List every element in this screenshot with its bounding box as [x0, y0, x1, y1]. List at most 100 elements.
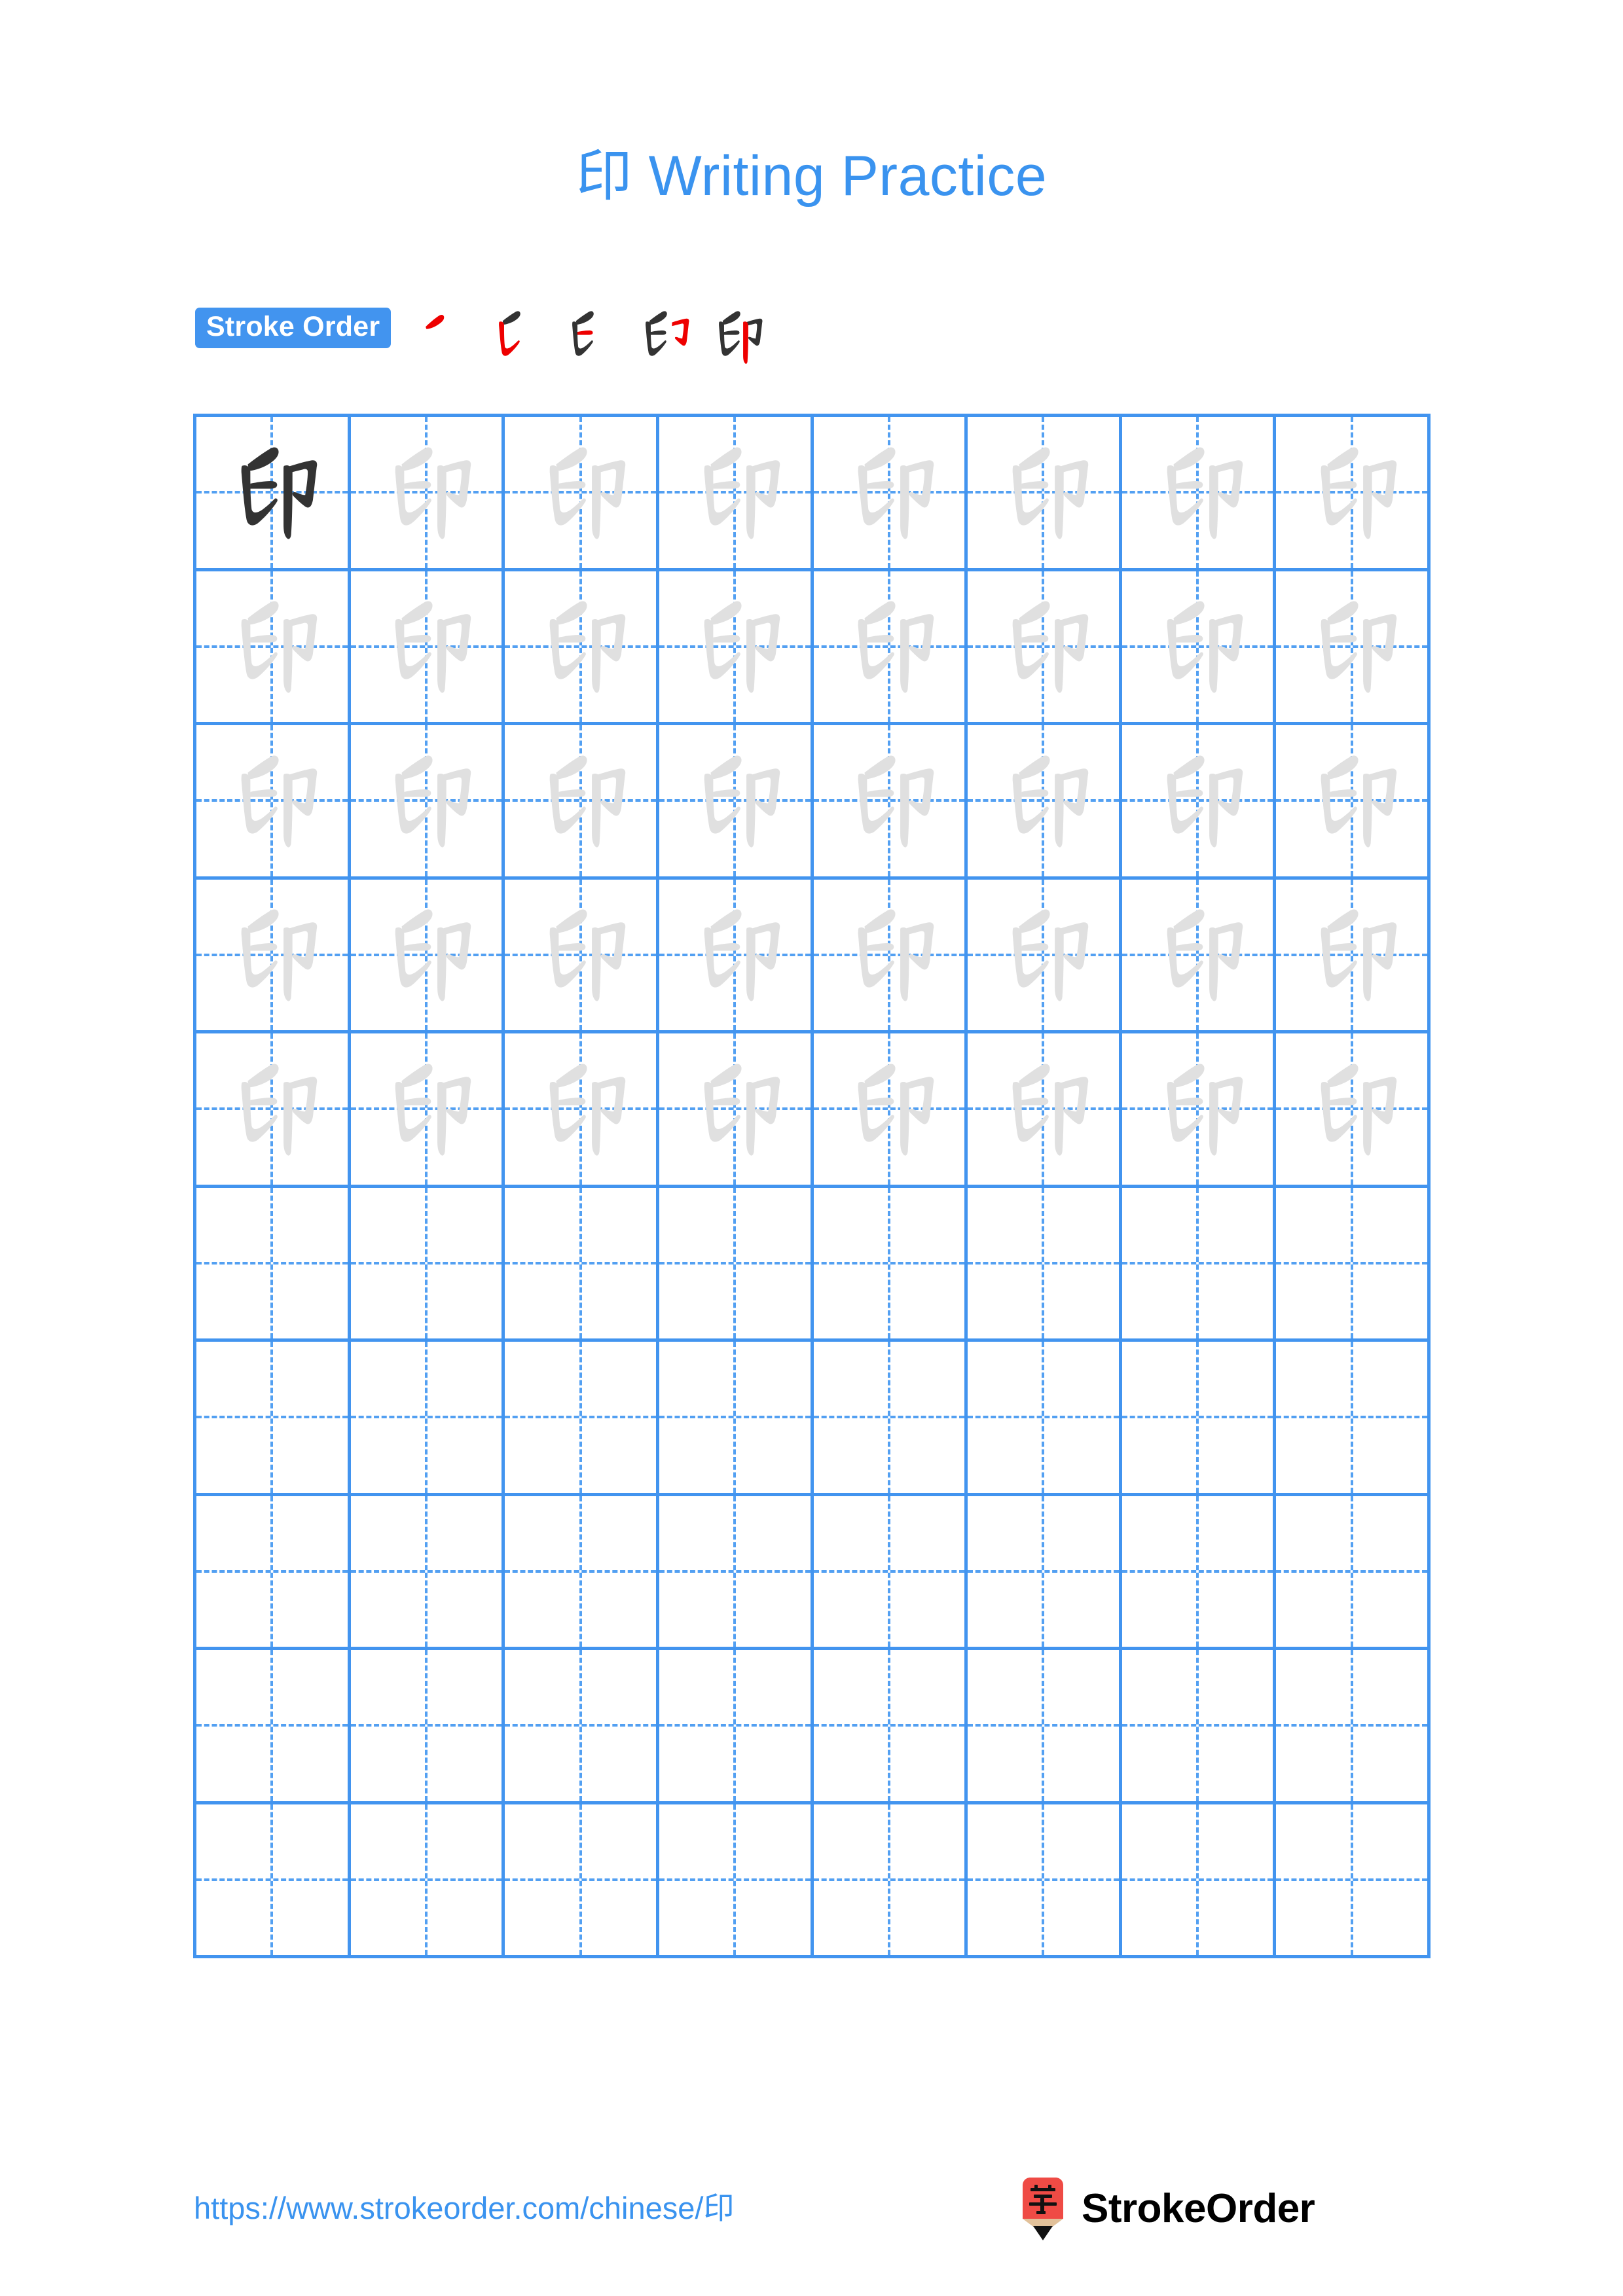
practice-cell[interactable] [1122, 1804, 1277, 1958]
practice-cell[interactable] [350, 1650, 505, 1804]
practice-cell[interactable] [1276, 879, 1431, 1033]
practice-cell[interactable] [1122, 417, 1277, 571]
practice-cell[interactable] [968, 1187, 1122, 1342]
practice-cell[interactable] [505, 1033, 659, 1188]
practice-cell[interactable] [196, 1650, 351, 1804]
practice-cell[interactable] [968, 879, 1122, 1033]
practice-cell[interactable] [1122, 1033, 1277, 1188]
practice-cell[interactable] [813, 417, 968, 571]
practice-cell[interactable] [813, 879, 968, 1033]
trace-character [659, 1033, 811, 1185]
practice-cell[interactable] [659, 725, 814, 880]
practice-cell[interactable] [659, 1187, 814, 1342]
character-glyph-icon [704, 755, 780, 848]
practice-cell[interactable] [350, 1342, 505, 1496]
practice-cell[interactable] [196, 1033, 351, 1188]
practice-cell[interactable] [1276, 571, 1431, 725]
practice-cell[interactable] [813, 1650, 968, 1804]
practice-cell[interactable] [1276, 1187, 1431, 1342]
practice-cell[interactable] [350, 1496, 505, 1650]
practice-cell[interactable] [505, 1342, 659, 1496]
practice-cell[interactable] [1122, 571, 1277, 725]
practice-cell[interactable] [813, 1342, 968, 1496]
stroke-step-5-icon [719, 311, 763, 364]
practice-cell[interactable] [505, 417, 659, 571]
character-glyph-icon [1321, 1064, 1397, 1156]
practice-cell[interactable] [1276, 1496, 1431, 1650]
practice-cell[interactable] [350, 417, 505, 571]
trace-character [968, 880, 1119, 1031]
practice-cell[interactable] [968, 1650, 1122, 1804]
practice-cell[interactable] [813, 1496, 968, 1650]
practice-cell[interactable] [196, 1496, 351, 1650]
practice-cell[interactable] [968, 1033, 1122, 1188]
practice-cell[interactable] [968, 1496, 1122, 1650]
practice-cell[interactable] [196, 1187, 351, 1342]
practice-cell[interactable] [1122, 1342, 1277, 1496]
practice-cell[interactable] [1276, 1804, 1431, 1958]
practice-cell[interactable] [505, 1496, 659, 1650]
practice-cell[interactable] [196, 1804, 351, 1958]
practice-cell[interactable] [659, 417, 814, 571]
practice-cell[interactable] [350, 725, 505, 880]
practice-cell[interactable] [813, 571, 968, 725]
practice-cell[interactable] [1122, 1187, 1277, 1342]
practice-cell[interactable] [1276, 1650, 1431, 1804]
practice-cell[interactable] [505, 879, 659, 1033]
practice-cell[interactable] [196, 879, 351, 1033]
practice-cell[interactable] [659, 1650, 814, 1804]
trace-character [505, 1033, 656, 1185]
practice-cell[interactable] [196, 417, 351, 571]
practice-cell[interactable] [505, 1650, 659, 1804]
practice-cell[interactable] [659, 1033, 814, 1188]
practice-cell[interactable] [659, 879, 814, 1033]
practice-cell[interactable] [968, 1804, 1122, 1958]
character-glyph-icon [549, 909, 626, 1001]
practice-cell[interactable] [505, 571, 659, 725]
practice-cell[interactable] [968, 1342, 1122, 1496]
practice-cell[interactable] [813, 1187, 968, 1342]
practice-cell[interactable] [968, 417, 1122, 571]
practice-cell[interactable] [350, 1187, 505, 1342]
practice-cell[interactable] [196, 725, 351, 880]
practice-cell[interactable] [350, 1804, 505, 1958]
trace-character [351, 571, 502, 723]
practice-cell[interactable] [659, 1496, 814, 1650]
practice-cell[interactable] [1122, 725, 1277, 880]
trace-character [505, 880, 656, 1031]
practice-cell[interactable] [350, 571, 505, 725]
practice-cell[interactable] [350, 1033, 505, 1188]
practice-cell[interactable] [968, 725, 1122, 880]
practice-cell[interactable] [813, 725, 968, 880]
brand-logo[interactable]: StrokeOrder [1016, 2176, 1315, 2242]
practice-cell[interactable] [813, 1804, 968, 1958]
practice-cell[interactable] [1122, 1496, 1277, 1650]
character-glyph-icon [1167, 601, 1243, 693]
practice-cell[interactable] [1276, 417, 1431, 571]
practice-cell[interactable] [350, 879, 505, 1033]
trace-character [351, 725, 502, 876]
trace-character [659, 571, 811, 723]
practice-cell[interactable] [505, 1804, 659, 1958]
practice-cell[interactable] [659, 571, 814, 725]
practice-cell[interactable] [1276, 1033, 1431, 1188]
practice-cell[interactable] [196, 571, 351, 725]
practice-cell[interactable] [505, 1187, 659, 1342]
practice-cell[interactable] [1276, 1342, 1431, 1496]
practice-cell[interactable] [968, 571, 1122, 725]
practice-cell[interactable] [196, 1342, 351, 1496]
character-glyph-icon [241, 447, 318, 539]
practice-cell[interactable] [1276, 725, 1431, 880]
practice-cell[interactable] [505, 725, 659, 880]
practice-cell[interactable] [813, 1033, 968, 1188]
model-character [196, 417, 348, 568]
trace-character [814, 880, 965, 1031]
stroke-step-4-icon [646, 311, 689, 356]
footer-url-link[interactable]: https://www.strokeorder.com/chinese/印 [194, 2183, 734, 2228]
trace-character [196, 1033, 348, 1185]
practice-cell[interactable] [1122, 1650, 1277, 1804]
practice-cell[interactable] [659, 1342, 814, 1496]
trace-character [1122, 880, 1273, 1031]
practice-cell[interactable] [659, 1804, 814, 1958]
practice-cell[interactable] [1122, 879, 1277, 1033]
